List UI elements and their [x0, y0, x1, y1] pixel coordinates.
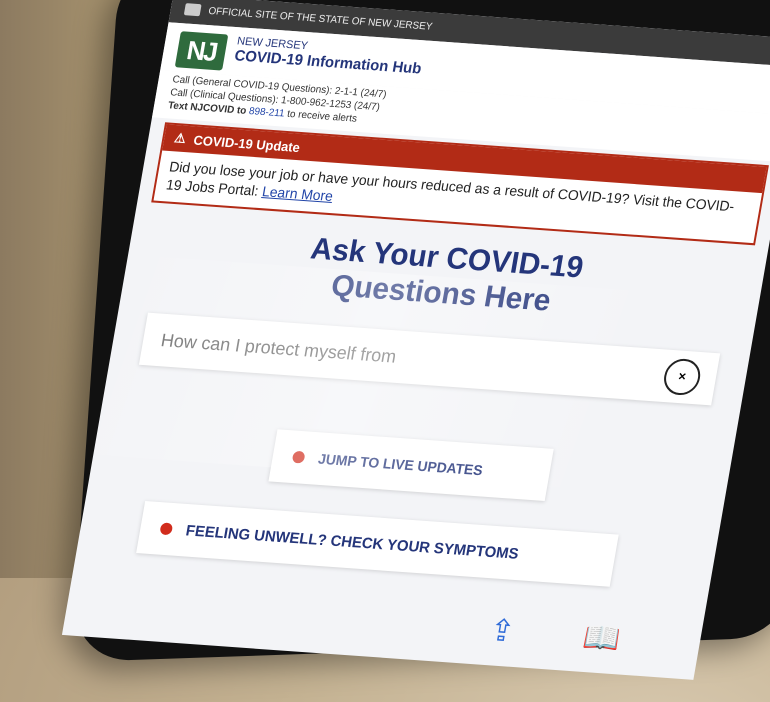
question-input[interactable] [157, 328, 667, 388]
hub-title-text: COVID-19 Information Hub [233, 47, 423, 78]
learn-more-link[interactable]: Learn More [261, 183, 334, 204]
text-suffix: to receive alerts [283, 108, 358, 125]
live-updates-button[interactable]: JUMP TO LIVE UPDATES [268, 429, 554, 502]
live-dot-icon [291, 451, 306, 464]
warning-icon: ⚠ [173, 130, 188, 146]
nj-logo[interactable]: NJ [174, 31, 229, 71]
flag-icon [183, 3, 202, 17]
phone-device: OFFICIAL SITE OF THE STATE OF NEW JERSEY… [61, 0, 770, 680]
live-updates-label: JUMP TO LIVE UPDATES [316, 450, 484, 479]
clear-search-icon[interactable]: ✕ [661, 358, 703, 397]
question-search-box: ✕ [138, 313, 721, 406]
share-icon[interactable]: ⇪ [487, 612, 518, 649]
check-symptoms-label: FEELING UNWELL? CHECK YOUR SYMPTOMS [184, 522, 520, 563]
bookmarks-icon[interactable]: 📖 [581, 619, 624, 657]
text-number-link[interactable]: 898-211 [248, 106, 285, 120]
hub-title: NEW JERSEY COVID-19 Information Hub [233, 35, 425, 77]
symptoms-dot-icon [159, 522, 174, 536]
alert-title: COVID-19 Update [192, 132, 302, 155]
